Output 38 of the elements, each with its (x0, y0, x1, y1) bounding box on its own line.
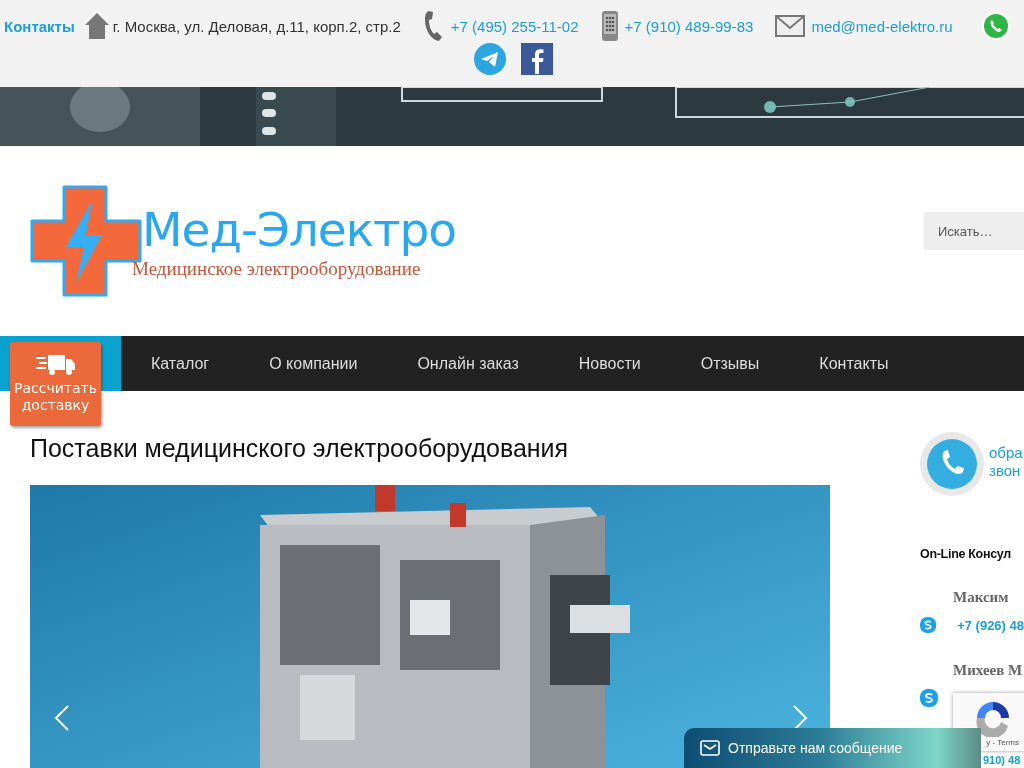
nav-link[interactable]: О компании (239, 354, 388, 373)
logo-tagline: Медицинское электрооборудование (132, 258, 422, 280)
mail-icon (775, 15, 806, 37)
consultant-phone[interactable]: 910) 48 (983, 753, 1021, 767)
facebook-icon[interactable] (520, 43, 553, 75)
phone-link[interactable]: +7 (495) 255-11-02 (450, 17, 579, 35)
mobile-phone-icon (600, 10, 619, 42)
chevron-left-icon[interactable] (54, 704, 70, 732)
consult-heading: On-Line Консул (920, 547, 1012, 561)
search-field[interactable]: Искать… (924, 212, 1024, 250)
logo-name: Мед-Электро (142, 202, 457, 258)
email-link[interactable]: med@med-elektro.ru (811, 17, 953, 35)
page-title: Поставки медицинского электрооборудования (30, 433, 570, 463)
skype-icon[interactable] (920, 689, 938, 707)
contacts-link[interactable]: Контакты (4, 17, 75, 35)
recaptcha-icon (974, 699, 1012, 737)
chat-bar[interactable]: Отправьте нам сообщение (684, 728, 981, 768)
phone-call-icon[interactable] (919, 431, 985, 497)
callback-link[interactable]: обра (989, 444, 1023, 462)
consultant-name: Максим (953, 589, 1010, 606)
address-text: г. Москва, ул. Деловая, д.11, корп.2, стр.2 (112, 17, 401, 35)
phone-icon (422, 10, 445, 42)
nav-link[interactable]: Онлайн заказ (387, 354, 549, 373)
whatsapp-icon[interactable] (981, 11, 1011, 41)
delivery-button[interactable]: Рассчитать доставку (10, 342, 101, 426)
nav-link[interactable]: Каталог (121, 354, 240, 373)
nav-link[interactable]: Новости (548, 354, 671, 373)
telegram-icon[interactable] (473, 43, 506, 75)
consultant-name: Михеев М (953, 662, 1024, 679)
truck-icon (35, 354, 76, 376)
callback-link[interactable]: звон (989, 462, 1023, 480)
nav-link[interactable]: Контакты (789, 354, 919, 373)
consultant-phone[interactable]: +7 (926) 48 (957, 617, 1024, 633)
phone-link[interactable]: +7 (910) 489-99-83 (624, 17, 754, 35)
envelope-icon (700, 740, 720, 756)
skype-icon[interactable] (920, 616, 937, 634)
home-icon (83, 12, 110, 40)
nav-link[interactable]: Отзывы (670, 354, 790, 373)
